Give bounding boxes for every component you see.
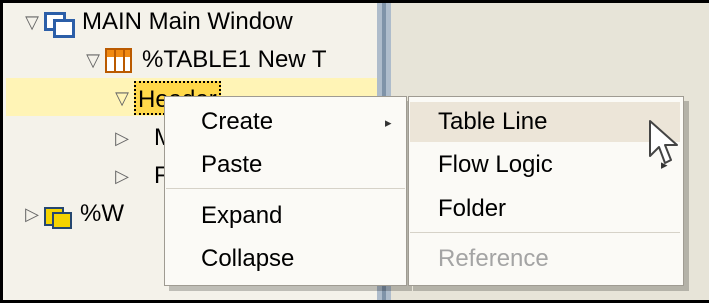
flow-logic-label: Flow Logic bbox=[438, 151, 553, 178]
folder-label: Folder bbox=[438, 195, 507, 222]
folder-icon bbox=[44, 202, 72, 229]
create-label: Create bbox=[201, 108, 274, 135]
menu-separator bbox=[410, 232, 680, 233]
mouse-pointer-icon bbox=[649, 120, 678, 164]
tree-node-label[interactable]: MAIN Main Window bbox=[82, 8, 293, 36]
menu-separator bbox=[166, 188, 405, 189]
expand-menu-item[interactable]: Expand bbox=[201, 196, 401, 236]
collapse-label: Collapse bbox=[201, 245, 295, 272]
tree-node-f[interactable]: ▷ F bbox=[110, 157, 169, 195]
tree-node-table[interactable]: ▽ %TABLE1 New T bbox=[81, 41, 327, 79]
submenu-arrow-icon: ▸ bbox=[385, 115, 392, 130]
folder-menu-item[interactable]: Folder bbox=[438, 189, 668, 229]
table-line-menu-item[interactable]: Table Line bbox=[410, 102, 680, 142]
reference-menu-item[interactable]: Reference bbox=[438, 239, 668, 279]
collapsed-triangle-icon[interactable]: ▷ bbox=[110, 166, 134, 187]
create-menu-item[interactable]: Create bbox=[201, 102, 401, 142]
flow-logic-menu-item[interactable]: Flow Logic bbox=[438, 145, 668, 185]
expanded-triangle-icon[interactable]: ▽ bbox=[81, 50, 105, 71]
collapsed-triangle-icon[interactable]: ▷ bbox=[20, 204, 44, 225]
reference-label: Reference bbox=[438, 245, 549, 272]
paste-label: Paste bbox=[201, 151, 263, 178]
tree-node-label[interactable]: %W bbox=[80, 200, 124, 228]
collapse-menu-item[interactable]: Collapse bbox=[201, 239, 401, 279]
collapsed-triangle-icon[interactable]: ▷ bbox=[110, 128, 134, 149]
expanded-triangle-icon[interactable]: ▽ bbox=[20, 12, 44, 33]
table-line-label: Table Line bbox=[438, 108, 548, 135]
paste-menu-item[interactable]: Paste bbox=[201, 145, 401, 185]
tree-node-w[interactable]: ▷ %W bbox=[20, 195, 124, 233]
expand-label: Expand bbox=[201, 202, 283, 229]
create-submenu: Table Line Flow Logic ▸ Folder Reference bbox=[408, 96, 684, 286]
tree-node-label[interactable]: %TABLE1 New T bbox=[142, 46, 327, 74]
expanded-triangle-icon[interactable]: ▽ bbox=[110, 88, 134, 109]
tree-node-main-window[interactable]: ▽ MAIN Main Window bbox=[20, 3, 293, 41]
table-icon bbox=[105, 47, 132, 73]
window-icon bbox=[44, 10, 75, 38]
context-menu: Create ▸ Paste Expand Collapse bbox=[164, 96, 407, 286]
